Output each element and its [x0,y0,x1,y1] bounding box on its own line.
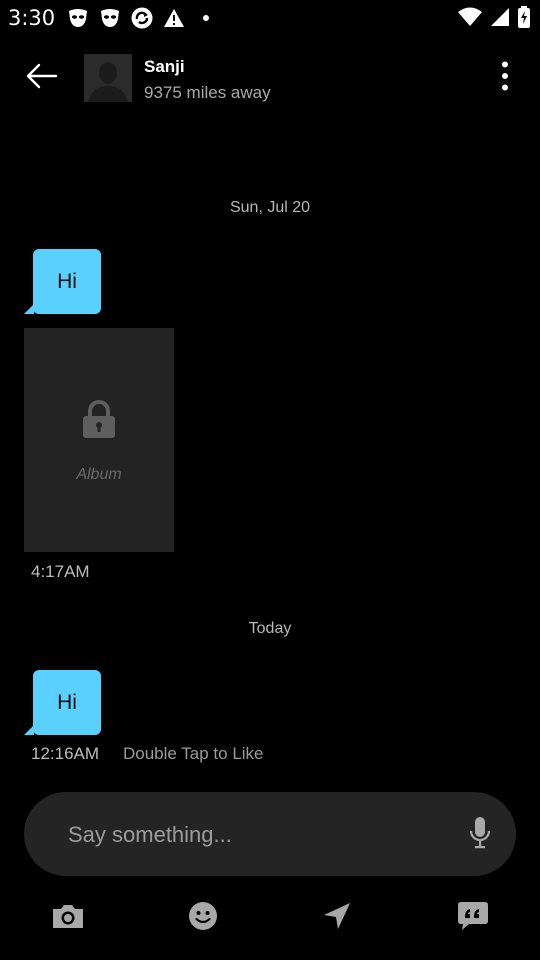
date-separator: Sun, Jul 20 [229,199,311,216]
message-timestamp: 12:16AM [31,744,100,763]
locked-album[interactable]: Album [24,328,174,552]
grindr-mask-icon [98,6,121,29]
voice-message-button[interactable] [466,816,494,854]
camera-icon [51,902,85,935]
message-input[interactable] [66,814,450,856]
date-separator: Today [248,620,292,637]
bubble-tail [24,304,34,314]
wifi-icon [458,7,482,27]
smiley-icon [188,901,218,936]
status-time: 3:30 [8,6,56,30]
arrow-left-icon [26,63,58,94]
notification-icons [66,6,217,29]
lock-icon [82,400,116,440]
send-location-icon [322,901,352,936]
album-label: Album [76,466,122,483]
send-location-button[interactable] [317,900,357,936]
bubble-tail [24,725,34,735]
warning-icon [162,6,185,29]
back-button[interactable] [22,60,62,96]
dot-icon [194,6,217,29]
chat-toolbar [0,896,540,940]
double-tap-hint: Double Tap to Like [123,744,264,763]
message-bubble[interactable]: Hi [33,249,101,314]
profile-distance: 9375 miles away [144,83,271,102]
saved-phrases-icon [456,900,490,937]
grindr-mask-icon [66,6,89,29]
message-composer [24,792,516,876]
more-options-button[interactable] [490,58,520,98]
battery-icon [518,6,530,28]
status-bar: 3:30 [0,0,540,36]
emoji-button[interactable] [183,900,223,936]
message-timestamp: 4:17AM [31,562,90,581]
chat-header: Sanji 9375 miles away [0,40,540,116]
signal-icon [490,7,510,27]
microphone-icon [469,816,491,855]
more-vertical-icon [501,61,509,96]
default-avatar-icon [84,54,132,102]
system-icons [458,6,530,28]
sync-icon [130,6,153,29]
profile-name[interactable]: Sanji [144,57,185,77]
avatar[interactable] [84,54,132,102]
camera-button[interactable] [48,900,88,936]
saved-phrases-button[interactable] [453,900,493,936]
chat-screen: 3:30 Sanji 9375 miles away Sun, Jul 20 H… [0,0,540,960]
message-bubble[interactable]: Hi [33,670,101,735]
